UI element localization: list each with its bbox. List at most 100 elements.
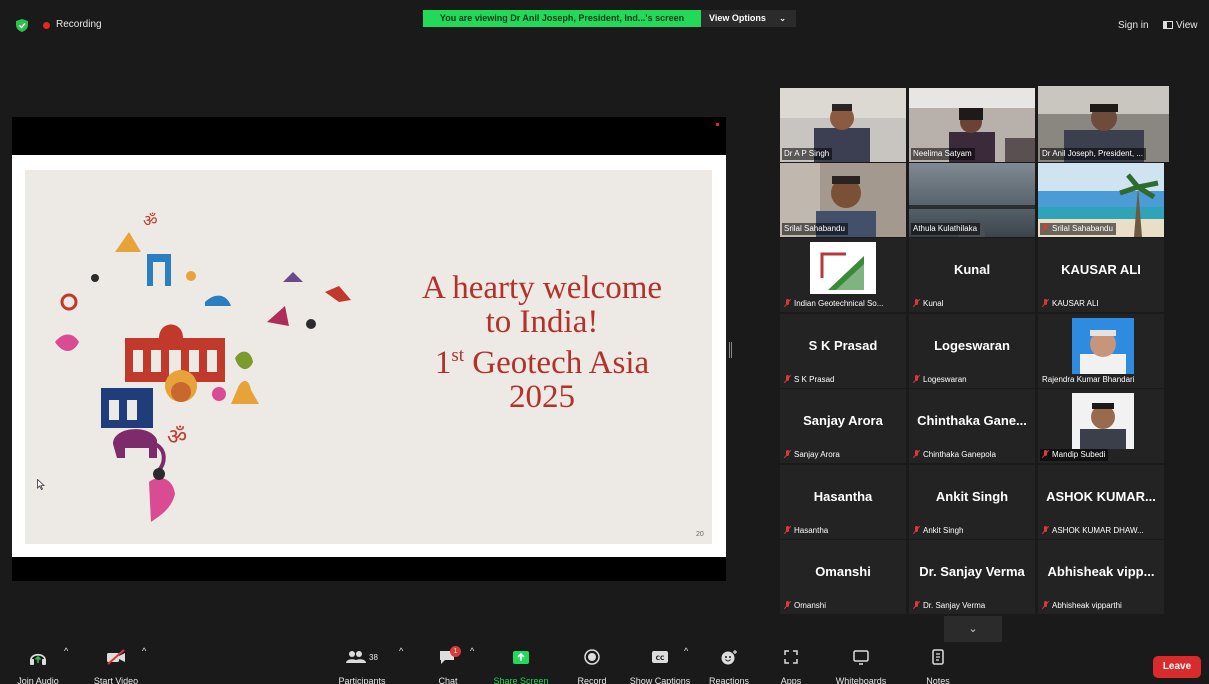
participant-tile[interactable]: Srilal Sahabandu [780, 163, 906, 237]
welcome-line-4: 2025 [509, 379, 575, 415]
muted-icon [1042, 526, 1049, 534]
participant-tile[interactable]: KAUSAR ALI KAUSAR ALI [1038, 238, 1164, 312]
whiteboards-button[interactable]: Whiteboards [830, 646, 892, 684]
participant-tile[interactable]: Neelima Satyam [909, 88, 1035, 162]
participant-name: Dr A P Singh [782, 148, 833, 160]
welcome-line-1: A hearty welcome [421, 270, 663, 306]
participant-tile[interactable]: Dr. Sanjay Verma Dr. Sanjay Verma [909, 540, 1035, 614]
participant-name: KAUSAR ALI [1040, 298, 1102, 310]
pointer-dot [716, 123, 719, 126]
participant-name: Dr. Sanjay Verma [911, 600, 988, 612]
muted-icon [784, 450, 791, 458]
svg-text:CC: CC [656, 655, 665, 662]
mouse-cursor-icon [37, 479, 45, 490]
participant-tile[interactable]: Indian Geotechnical So... [780, 238, 906, 312]
participant-tile[interactable]: Abhisheak vipp... Abhisheak vipparthi [1038, 540, 1164, 614]
muted-icon [913, 375, 920, 383]
participant-name-text: KAUSAR ALI [1052, 299, 1099, 308]
top-bar: Recording You are viewing Dr Anil Joseph… [0, 0, 1209, 50]
headphones-icon [30, 653, 46, 665]
whiteboard-icon [853, 650, 869, 665]
participant-tile[interactable]: S K Prasad S K Prasad [780, 314, 906, 388]
participant-tile[interactable]: Hasantha Hasantha [780, 465, 906, 539]
participant-tile[interactable]: Sanjay Arora Sanjay Arora [780, 389, 906, 463]
video-options-caret[interactable]: ^ [142, 646, 146, 656]
participants-options-caret[interactable]: ^ [399, 646, 403, 656]
share-screen-button[interactable]: Share Screen [490, 646, 552, 684]
participant-name: Neelima Satyam [911, 148, 975, 160]
sign-in-link[interactable]: Sign in [1118, 20, 1149, 31]
record-label: Record [577, 676, 607, 684]
start-video-label: Start Video [93, 676, 139, 684]
audio-options-caret[interactable]: ^ [64, 646, 68, 656]
participant-name-text: Hasantha [794, 526, 829, 535]
participant-tile[interactable]: Chinthaka Gane... Chinthaka Ganepola [909, 389, 1035, 463]
participant-tile[interactable]: ASHOK KUMAR... ASHOK KUMAR DHAW... [1038, 465, 1164, 539]
participant-name-text: Sanjay Arora [794, 450, 840, 459]
chat-button[interactable]: 1 Chat [428, 646, 468, 684]
view-label: View [1176, 20, 1198, 31]
participant-display-name: Omanshi [815, 564, 871, 579]
participant-name: Srilal Sahabandu [1040, 223, 1116, 235]
gallery-next-page-button[interactable]: ⌄ [944, 616, 1002, 642]
join-audio-button[interactable]: Join Audio [12, 646, 64, 684]
participant-tile[interactable]: Dr A P Singh [780, 88, 906, 162]
participant-tile[interactable]: Athula Kulathilaka [909, 163, 1035, 237]
viewing-screen-banner: You are viewing Dr Anil Joseph, Presiden… [423, 10, 701, 27]
muted-icon [913, 299, 920, 307]
reactions-button[interactable]: Reactions [706, 646, 752, 684]
chat-options-caret[interactable]: ^ [470, 646, 474, 656]
muted-icon [784, 299, 791, 307]
participant-tile[interactable]: Ankit Singh Ankit Singh [909, 465, 1035, 539]
participant-name: Rajendra Kumar Bhandari [1042, 375, 1135, 384]
show-captions-label: Show Captions [629, 676, 691, 684]
view-options-label: View Options [709, 13, 766, 23]
muted-icon [913, 450, 920, 458]
india-culture-map-illustration: ॐ ॐ [55, 208, 351, 522]
participant-tile[interactable]: Kunal Kunal [909, 238, 1035, 312]
participant-tile[interactable]: Mandip Subedi [1038, 389, 1164, 463]
participant-display-name: Kunal [953, 262, 991, 277]
chat-label: Chat [438, 676, 458, 684]
apps-button[interactable]: Apps [774, 646, 808, 684]
notes-button[interactable]: Notes [920, 646, 956, 684]
participant-name: Chinthaka Ganepola [911, 449, 999, 461]
participant-name: Dr Anil Joseph, President, ... [1040, 148, 1146, 160]
muted-icon [784, 375, 791, 383]
participant-tile-active-speaker[interactable]: Dr Anil Joseph, President, ... [1038, 86, 1169, 162]
participant-name: Abhisheak vipparthi [1040, 600, 1125, 612]
participant-tile[interactable]: Rajendra Kumar Bhandari [1038, 314, 1164, 388]
participant-name: S K Prasad [782, 374, 837, 386]
chat-unread-badge: 1 [450, 646, 461, 657]
captions-icon: CC [652, 651, 668, 663]
participant-display-name: Chinthaka Gane... [917, 413, 1027, 428]
record-icon [584, 649, 600, 665]
muted-icon [913, 526, 920, 534]
participants-button[interactable]: 38 Participants [334, 646, 390, 684]
participants-label: Participants [338, 676, 386, 684]
participant-name-text: Abhisheak vipparthi [1052, 601, 1122, 610]
participant-tile[interactable]: Logeswaran Logeswaran [909, 314, 1035, 388]
resize-handle[interactable] [729, 342, 732, 358]
participant-name: Indian Geotechnical So... [782, 298, 886, 310]
leave-button[interactable]: Leave [1153, 656, 1201, 678]
shield-icon[interactable] [16, 19, 28, 32]
record-button[interactable]: Record [572, 646, 612, 684]
svg-text:ॐ: ॐ [167, 425, 187, 450]
apps-label: Apps [780, 676, 802, 684]
participant-tile[interactable]: Srilal Sahabandu [1038, 163, 1164, 237]
participant-display-name: Logeswaran [934, 338, 1010, 353]
recording-dot-icon [43, 22, 50, 29]
participant-name-text: Kunal [923, 299, 944, 308]
muted-icon [1042, 450, 1049, 458]
event-name: Geotech Asia [464, 345, 650, 381]
participant-display-name: Ankit Singh [935, 489, 1009, 504]
layout-icon [1163, 21, 1173, 29]
view-options-button[interactable]: View Options ⌄ [701, 10, 796, 27]
start-video-button[interactable]: Start Video [88, 646, 144, 684]
participant-name: Sanjay Arora [782, 449, 843, 461]
participant-name-text: ASHOK KUMAR DHAW... [1052, 526, 1144, 535]
view-button[interactable]: View [1163, 20, 1198, 31]
participant-tile[interactable]: Omanshi Omanshi [780, 540, 906, 614]
captions-options-caret[interactable]: ^ [684, 646, 688, 656]
